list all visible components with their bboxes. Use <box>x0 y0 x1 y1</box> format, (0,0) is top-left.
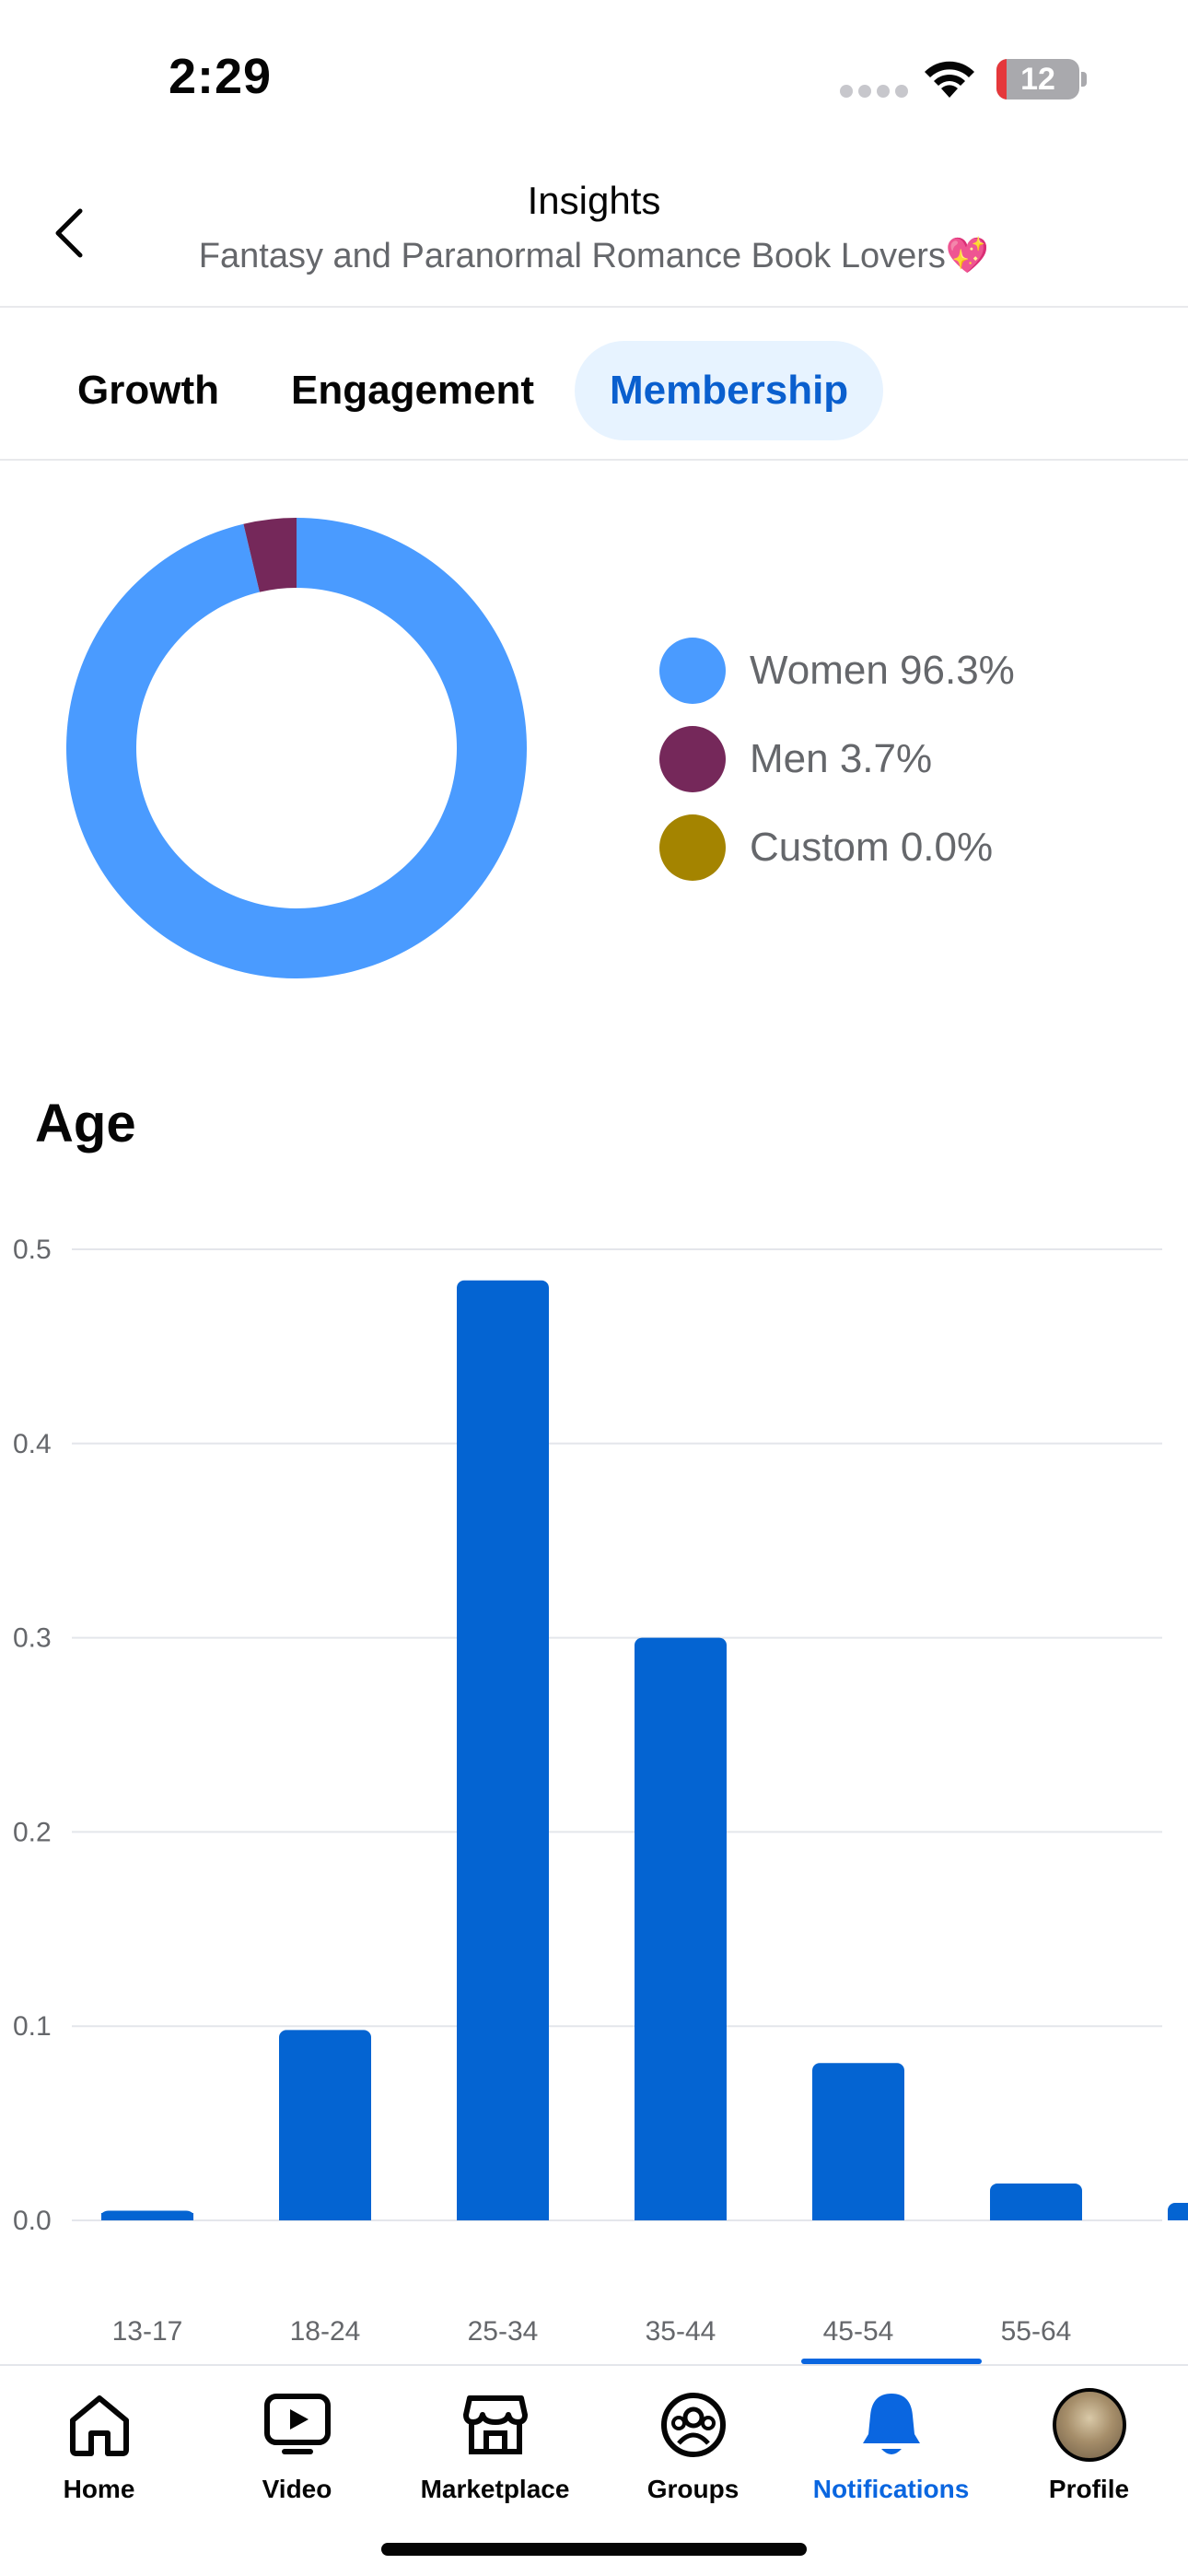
wifi-icon <box>925 61 974 98</box>
nav-notifications[interactable]: Notifications <box>792 2388 990 2526</box>
video-icon <box>261 2388 334 2462</box>
y-tick-label: 0.3 <box>13 1623 52 1654</box>
battery-level: 12 <box>1020 62 1055 97</box>
status-bar: 2:29 12 <box>0 0 1188 138</box>
home-indicator <box>381 2543 807 2556</box>
status-time: 2:29 <box>169 49 273 104</box>
page-header: Insights Fantasy and Paranormal Romance … <box>0 157 1188 308</box>
bell-icon <box>855 2388 928 2462</box>
bar-45-54 <box>812 2063 904 2220</box>
tab-growth[interactable]: Growth <box>44 341 252 440</box>
bar-base-35-44 <box>635 2213 727 2220</box>
nav-marketplace[interactable]: Marketplace <box>396 2388 594 2526</box>
x-tick-label: 55-64 <box>1001 2316 1072 2347</box>
legend-item-custom: Custom 0.0% <box>659 803 1015 892</box>
bar-base-65+ <box>1168 2213 1188 2220</box>
x-tick-label: 13-17 <box>112 2316 183 2347</box>
nav-label: Home <box>63 2475 135 2503</box>
nav-profile[interactable]: Profile <box>990 2388 1188 2526</box>
battery-icon: 12 <box>996 59 1079 100</box>
legend-swatch-men <box>659 726 726 792</box>
nav-groups[interactable]: Groups <box>594 2388 792 2526</box>
y-tick-label: 0.4 <box>13 1429 52 1459</box>
nav-label: Marketplace <box>420 2475 570 2503</box>
legend-label-custom: Custom 0.0% <box>750 825 994 870</box>
nav-label: Groups <box>646 2475 740 2503</box>
tab-engagement[interactable]: Engagement <box>256 341 569 440</box>
legend-label-women: Women 96.3% <box>750 648 1015 693</box>
home-icon <box>63 2388 136 2462</box>
bar-base-13-17 <box>101 2213 193 2220</box>
bar-18-24 <box>279 2030 371 2220</box>
age-bar-chart: 0.5 0.4 0.3 0.2 0.1 0.0 13-17 18-24 25-34 35-44 45… <box>13 1235 1188 2347</box>
bar-25-34 <box>457 1280 549 2220</box>
y-tick-label: 0.5 <box>13 1235 52 1265</box>
age-section-title: Age <box>35 1094 136 1153</box>
bar-base-55-64 <box>990 2213 1082 2220</box>
group-name: Fantasy and Paranormal Romance Book Love… <box>198 237 990 275</box>
legend-swatch-women <box>659 638 726 704</box>
tab-membership[interactable]: Membership <box>575 341 884 440</box>
nav-video[interactable]: Video <box>198 2388 396 2526</box>
nav-home[interactable]: Home <box>0 2388 198 2526</box>
avatar <box>1052 2388 1126 2462</box>
page-title: Insights <box>527 179 661 222</box>
bar-base-25-34 <box>457 2213 549 2220</box>
legend-swatch-custom <box>659 814 726 881</box>
x-tick-label: 45-54 <box>823 2316 894 2347</box>
nav-label: Profile <box>1048 2475 1130 2503</box>
y-tick-label: 0.2 <box>13 1817 52 1847</box>
legend-item-men: Men 3.7% <box>659 715 1015 803</box>
bar-35-44 <box>635 1637 727 2220</box>
nav-label: Video <box>262 2475 332 2503</box>
nav-label: Notifications <box>812 2475 970 2503</box>
bar-base-18-24 <box>279 2213 371 2220</box>
y-tick-label: 0.0 <box>13 2206 52 2236</box>
legend-item-women: Women 96.3% <box>659 626 1015 715</box>
x-tick-label: 25-34 <box>468 2316 539 2347</box>
bar-base-45-54 <box>812 2213 904 2220</box>
cellular-signal-icon <box>840 85 908 98</box>
x-tick-label: 18-24 <box>290 2316 361 2347</box>
legend-label-men: Men 3.7% <box>750 736 933 781</box>
x-tick-label: 35-44 <box>646 2316 716 2347</box>
gender-donut-chart <box>48 499 545 997</box>
insights-tabs: Growth Engagement Membership <box>0 310 1188 461</box>
gender-legend: Women 96.3% Men 3.7% Custom 0.0% <box>659 626 1015 892</box>
y-tick-label: 0.1 <box>13 2011 52 2042</box>
marketplace-icon <box>459 2388 532 2462</box>
groups-icon <box>657 2388 730 2462</box>
